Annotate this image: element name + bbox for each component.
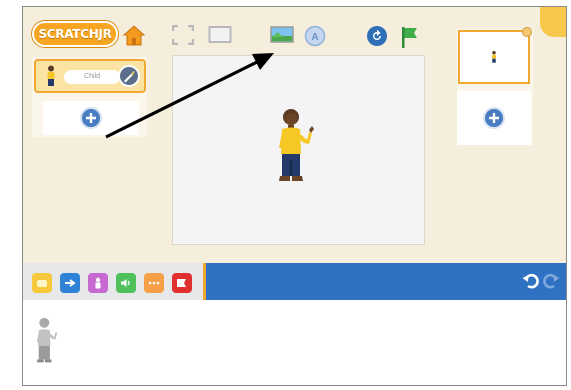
sound-blocks-icon[interactable] (116, 273, 136, 293)
triggering-blocks-icon[interactable] (32, 273, 52, 293)
scratchjr-editor: SCRATCHJR A Child (22, 6, 567, 386)
child-character[interactable] (276, 108, 318, 193)
pages-panel (457, 27, 533, 145)
selected-sprite-silhouette (35, 310, 61, 379)
green-flag-icon[interactable] (398, 25, 420, 49)
block-palette-bar (23, 263, 566, 300)
stage[interactable] (172, 55, 425, 245)
presentation-mode-icon[interactable] (208, 25, 232, 45)
page-thumbnail-1[interactable] (458, 27, 532, 84)
motion-blocks-icon[interactable] (60, 273, 80, 293)
end-blocks-icon[interactable] (172, 273, 192, 293)
scripting-area[interactable] (23, 300, 566, 385)
reset-icon[interactable] (366, 25, 388, 47)
undo-icon[interactable] (522, 273, 540, 294)
home-icon[interactable] (122, 23, 146, 47)
add-icon (80, 107, 102, 129)
child-sprite-thumbnail (40, 64, 62, 88)
change-background-icon[interactable] (270, 25, 294, 45)
add-icon (483, 107, 505, 129)
sprite-card-child[interactable]: Child (34, 59, 146, 93)
project-info-tab[interactable] (540, 7, 566, 37)
sprite-name-label[interactable]: Child (64, 70, 120, 84)
redo-icon[interactable] (542, 273, 560, 294)
fullscreen-icon[interactable] (172, 25, 194, 45)
block-categories (23, 263, 206, 300)
looks-blocks-icon[interactable] (88, 273, 108, 293)
add-page-button[interactable] (457, 91, 531, 145)
editor-top-area: SCRATCHJR A Child (23, 7, 566, 263)
sprite-tray: Child (32, 57, 147, 137)
add-sprite-button[interactable] (43, 101, 139, 135)
logo-text: SCRATCHJR (38, 27, 112, 41)
scratchjr-logo[interactable]: SCRATCHJR (32, 21, 118, 47)
delete-page-icon[interactable] (522, 27, 532, 37)
control-blocks-icon[interactable] (144, 273, 164, 293)
svg-text:A: A (311, 32, 318, 43)
add-text-icon[interactable]: A (304, 25, 326, 47)
paint-editor-icon[interactable] (118, 65, 140, 87)
